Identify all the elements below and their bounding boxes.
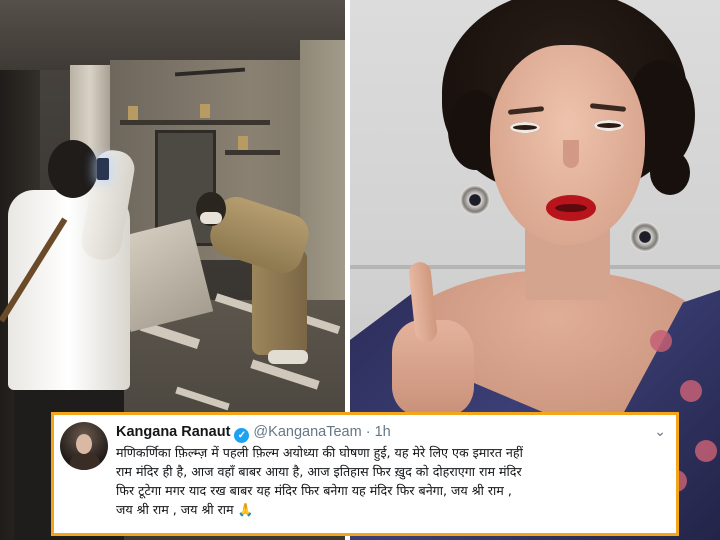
nose — [563, 140, 579, 168]
avatar-face — [76, 434, 92, 454]
left-earring — [460, 185, 490, 215]
face-mask — [200, 212, 222, 224]
display-name[interactable]: Kangana Ranaut — [116, 424, 230, 440]
separator: · — [365, 424, 371, 440]
photographer-head — [48, 140, 98, 198]
tweet-text: मणिकर्णिका फ़िल्म्ज़ में पहली फ़िल्म अयो… — [116, 443, 662, 519]
chevron-down-icon[interactable]: ⌄ — [654, 421, 666, 441]
phone-flash — [97, 158, 109, 180]
right-eye — [594, 120, 624, 131]
tweet-time[interactable]: 1h — [375, 424, 391, 440]
tweet-card: Kangana Ranaut ✓ @KanganaTeam · 1h ⌄ मणिकर… — [51, 412, 679, 536]
dress-flower — [680, 380, 702, 402]
wall-shelf — [120, 120, 270, 125]
tweet-header: Kangana Ranaut ✓ @KanganaTeam · 1h ⌄ — [116, 421, 666, 443]
avatar-body — [70, 452, 100, 470]
shelf-item — [128, 106, 138, 120]
right-earring — [630, 222, 660, 252]
dress-flower — [695, 440, 717, 462]
tweet-line: जय श्री राम , जय श्री राम 🙏 — [116, 502, 254, 517]
tweet-line: फिर टूटेगा मगर याद रख बाबर यह मंदिर फिर … — [116, 483, 512, 498]
user-handle[interactable]: @KanganaTeam — [253, 424, 361, 440]
shelf-item — [200, 104, 210, 118]
avatar[interactable] — [60, 422, 108, 470]
hair-curl — [650, 150, 690, 195]
worker-shoe — [268, 350, 308, 364]
dress-flower — [650, 330, 672, 352]
tweet-line: मणिकर्णिका फ़िल्म्ज़ में पहली फ़िल्म अयो… — [116, 445, 523, 460]
shelf-item — [238, 136, 248, 150]
tweet-line: राम मंदिर ही है, आज वहाँ बाबर आया है, आज… — [116, 464, 522, 479]
verified-icon: ✓ — [234, 428, 250, 443]
mouth — [555, 204, 587, 212]
left-eye — [510, 122, 540, 133]
wall-shelf-small — [225, 150, 280, 155]
